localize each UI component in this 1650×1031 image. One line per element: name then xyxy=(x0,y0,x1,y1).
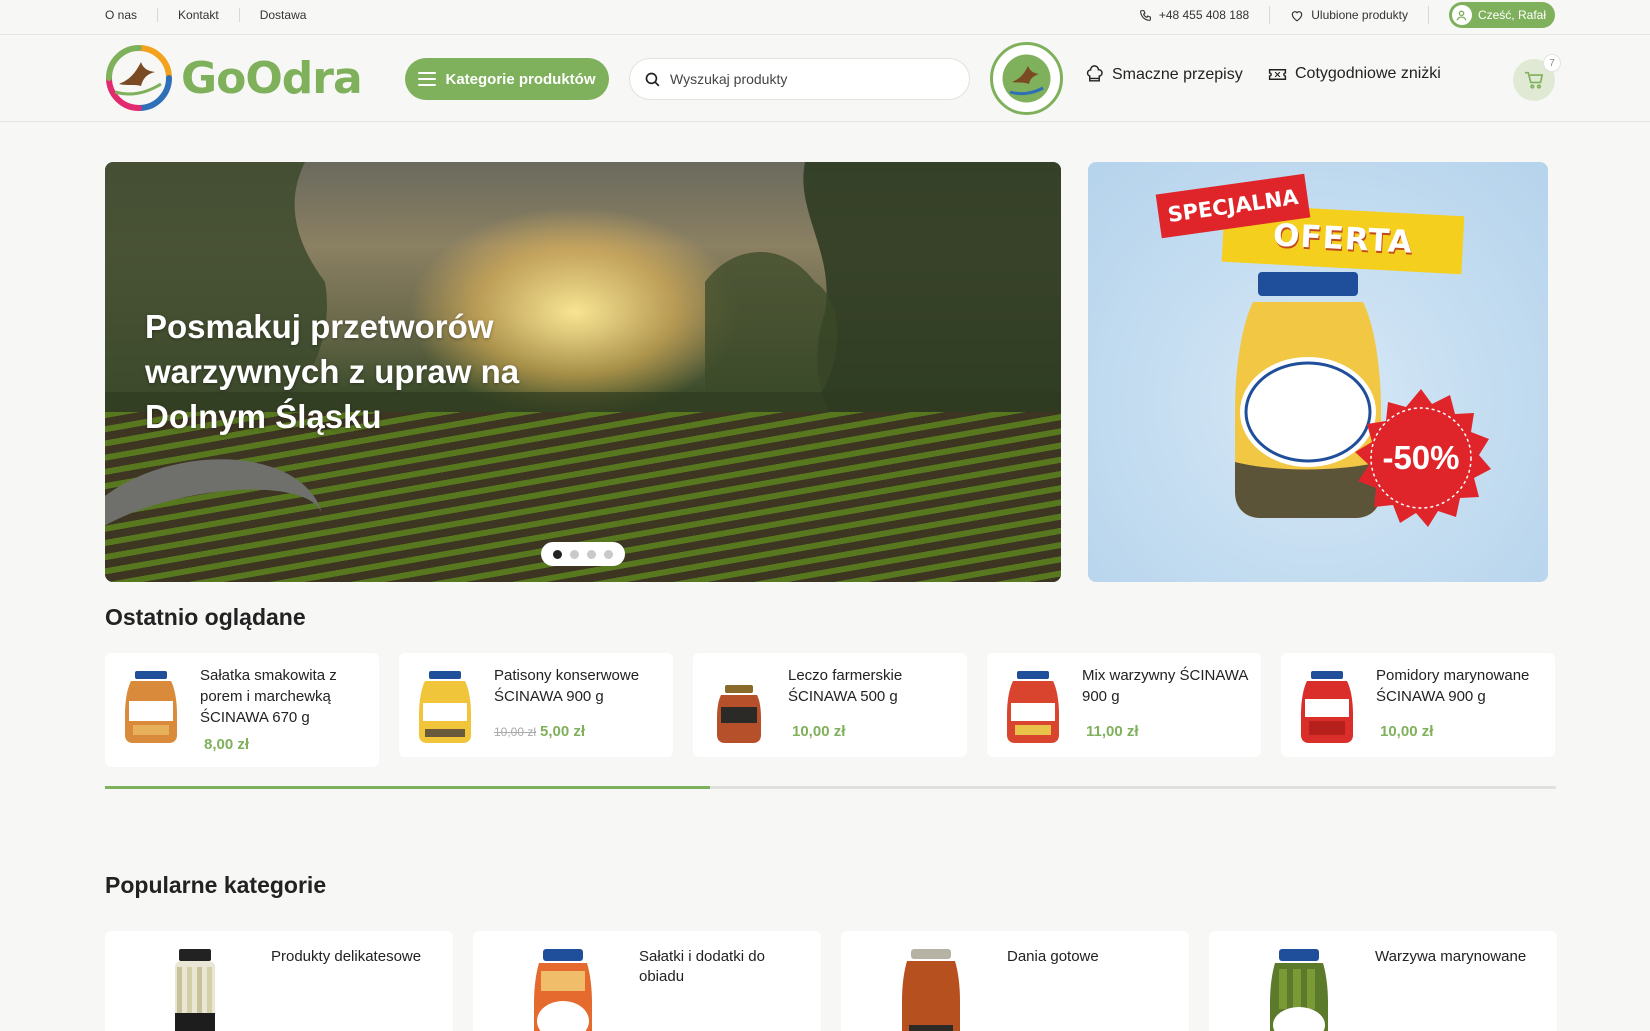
hero-title: Posmakuj przetworów warzywnych z upraw n… xyxy=(145,308,520,435)
top-links: O nas Kontakt Dostawa xyxy=(105,0,326,30)
heart-icon xyxy=(1291,10,1303,21)
link-delivery[interactable]: Dostawa xyxy=(238,8,327,22)
nav-discounts[interactable]: Cotygodniowe zniżki xyxy=(1268,65,1441,83)
current-price: 8,00 zł xyxy=(204,736,250,753)
slider-dot-3[interactable] xyxy=(587,549,596,559)
hero-banner[interactable]: Posmakuj przetworów warzywnych z upraw n… xyxy=(105,162,1061,582)
category-card[interactable]: Produkty delikatesowe xyxy=(105,931,453,1031)
favorites-link[interactable]: Ulubione produkty xyxy=(1270,8,1428,22)
search-input[interactable] xyxy=(670,71,940,87)
account-greeting: Cześć, Rafał xyxy=(1477,8,1546,22)
product-jar-image xyxy=(125,671,177,743)
category-jar-image xyxy=(534,949,592,1031)
recent-card[interactable]: Patisony konserwowe ŚCINAWA 900 g 10,00 … xyxy=(399,653,673,757)
category-jar-image xyxy=(1270,949,1328,1031)
product-name: Mix warzywny ŚCINAWA 900 g xyxy=(1082,667,1248,705)
logo-bird-icon xyxy=(106,45,172,111)
chef-hat-icon xyxy=(1086,65,1103,82)
product-name: Patisony konserwowe ŚCINAWA 900 g xyxy=(494,667,640,705)
current-price: 10,00 zł xyxy=(1380,723,1434,740)
link-about[interactable]: O nas xyxy=(105,8,157,22)
recent-carousel: Sałatka smakowita z porem i marchewką ŚC… xyxy=(105,653,1556,767)
phone-icon xyxy=(1139,9,1151,21)
top-bar: O nas Kontakt Dostawa +48 455 408 188 Ul… xyxy=(0,0,1650,35)
recent-title: Ostatnio oglądane xyxy=(105,604,306,630)
slider-dot-1[interactable] xyxy=(553,549,562,559)
recommended-seal-icon xyxy=(990,42,1063,115)
menu-icon xyxy=(418,72,437,86)
phone-link[interactable]: +48 455 408 188 xyxy=(1119,8,1269,22)
logo[interactable]: GoOdra xyxy=(105,42,365,114)
category-jar-image xyxy=(175,949,215,1031)
phone-number: +48 455 408 188 xyxy=(1158,8,1250,22)
category-card[interactable]: Warzywa marynowane xyxy=(1209,931,1557,1031)
categories-grid: Produkty delikatesowe Sałatki i dodatki … xyxy=(105,931,1557,1031)
slider-dot-4[interactable] xyxy=(604,549,613,559)
nav-recipes-label: Smaczne przepisy xyxy=(1112,65,1243,83)
categories-label: Kategorie produktów xyxy=(445,70,596,88)
carousel-scrollbar[interactable] xyxy=(105,786,1556,789)
nav-recipes[interactable]: Smaczne przepisy xyxy=(1085,65,1243,84)
recent-card[interactable]: Mix warzywny ŚCINAWA 900 g 11,00 zł xyxy=(987,653,1261,757)
user-icon xyxy=(1451,5,1472,25)
product-price: 10,00 zł xyxy=(788,723,845,740)
product-name: Leczo farmerskie ŚCINAWA 500 g xyxy=(788,667,903,705)
categories-button[interactable]: Kategorie produktów xyxy=(405,58,609,100)
carousel-scroll-thumb[interactable] xyxy=(105,786,711,789)
product-price: 10,00 zł xyxy=(1376,723,1433,740)
search-icon xyxy=(645,72,660,86)
nav-discounts-label: Cotygodniowe zniżki xyxy=(1295,65,1441,82)
link-contact[interactable]: Kontakt xyxy=(157,8,239,22)
discount-badge xyxy=(1355,389,1491,527)
recent-card[interactable]: Sałatka smakowita z porem i marchewką ŚC… xyxy=(105,653,379,767)
favorites-label: Ulubione produkty xyxy=(1311,8,1408,22)
category-name: Produkty delikatesowe xyxy=(271,948,422,965)
current-price: 5,00 zł xyxy=(540,723,586,740)
product-price: 8,00 zł xyxy=(200,736,249,753)
slider-dots xyxy=(541,542,625,566)
promo-banner[interactable]: OFERTA SPECJALNA -50% xyxy=(1088,162,1548,582)
category-card[interactable]: Sałatki i dodatki do obiadu xyxy=(473,931,821,1031)
current-price: 11,00 zł xyxy=(1086,723,1139,740)
cart-count-badge: 7 xyxy=(1543,54,1561,72)
product-price: 11,00 zł xyxy=(1082,723,1139,740)
recent-card[interactable]: Leczo farmerskie ŚCINAWA 500 g 10,00 zł xyxy=(693,653,967,757)
product-jar-image xyxy=(1301,671,1353,743)
category-card[interactable]: Dania gotowe xyxy=(841,931,1189,1031)
divider xyxy=(1427,6,1429,24)
old-price: 10,00 zł xyxy=(494,725,537,739)
product-name: Pomidory marynowane ŚCINAWA 900 g xyxy=(1376,667,1530,705)
product-jar-image xyxy=(717,685,761,743)
logo-wordmark: GoOdra xyxy=(181,52,363,104)
category-name: Warzywa marynowane xyxy=(1375,948,1527,965)
cart-icon xyxy=(1525,71,1544,89)
product-price: 10,00 zł 5,00 zł xyxy=(494,723,585,740)
current-price: 10,00 zł xyxy=(792,723,846,740)
account-button[interactable]: Cześć, Rafał xyxy=(1448,2,1555,28)
category-name: Dania gotowe xyxy=(1007,948,1099,965)
category-jar-image xyxy=(902,949,960,1031)
slider-dot-2[interactable] xyxy=(570,549,579,559)
ticket-icon xyxy=(1268,68,1287,80)
recent-card[interactable]: Pomidory marynowane ŚCINAWA 900 g 10,00 … xyxy=(1281,653,1555,757)
search-box[interactable] xyxy=(629,58,970,100)
main-header: GoOdra Kategorie produktów Smaczne przep… xyxy=(0,35,1650,122)
product-jar-image xyxy=(419,671,471,743)
top-actions: +48 455 408 188 Ulubione produkty Cześć,… xyxy=(1119,0,1555,30)
category-name: Sałatki i dodatki do obiadu xyxy=(639,948,765,985)
product-jar-image xyxy=(1007,671,1059,743)
product-name: Sałatka smakowita z porem i marchewką ŚC… xyxy=(200,667,337,726)
popular-title: Popularne kategorie xyxy=(105,872,327,898)
